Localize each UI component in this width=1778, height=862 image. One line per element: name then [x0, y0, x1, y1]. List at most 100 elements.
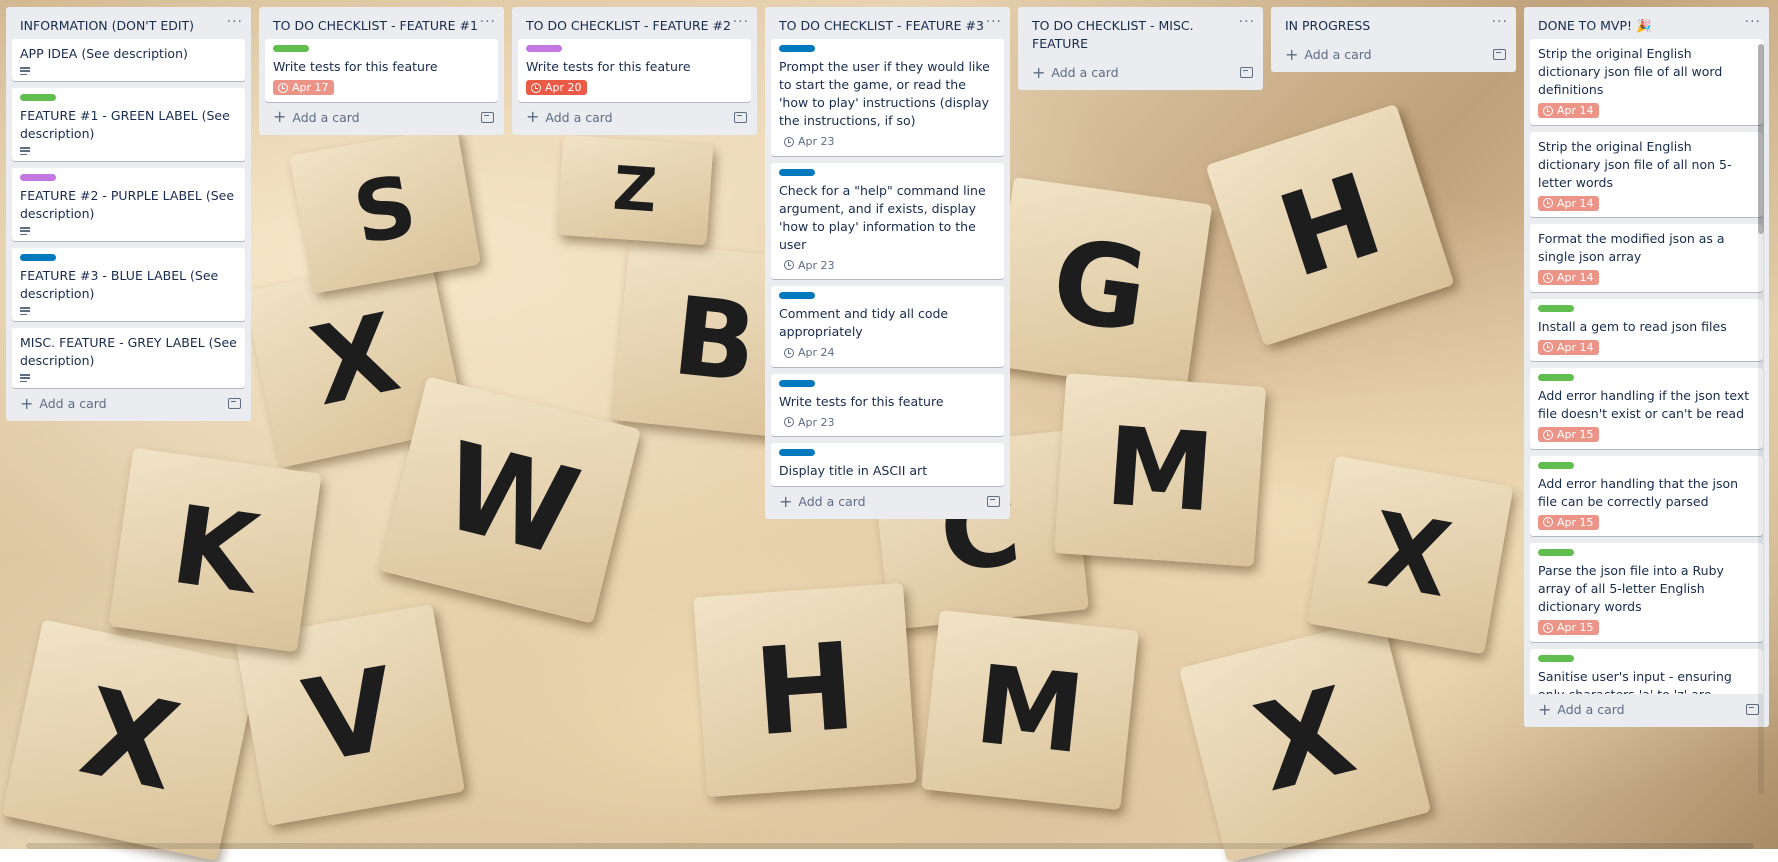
- card[interactable]: Write tests for this feature Apr 23: [771, 373, 1004, 436]
- due-date-badge[interactable]: Apr 17: [273, 80, 334, 95]
- card[interactable]: Comment and tidy all code appropriately A…: [771, 286, 1004, 367]
- list-header[interactable]: IN PROGRESS ···: [1271, 7, 1516, 39]
- due-date-text: Apr 15: [1557, 428, 1594, 441]
- card[interactable]: Format the modified json as a single jso…: [1530, 224, 1763, 292]
- list-title[interactable]: TO DO CHECKLIST - FEATURE #1: [273, 17, 478, 35]
- ellipsis-icon[interactable]: ···: [986, 14, 1002, 30]
- card[interactable]: Write tests for this feature Apr 17: [265, 39, 498, 102]
- green-label[interactable]: [1538, 654, 1574, 662]
- list-header[interactable]: TO DO CHECKLIST - FEATURE #2 ···: [512, 7, 757, 39]
- due-date-text: Apr 15: [1557, 621, 1594, 634]
- list-title[interactable]: TO DO CHECKLIST - FEATURE #3: [779, 17, 984, 35]
- purple-label[interactable]: [526, 45, 562, 52]
- add-card-button[interactable]: + Add a card: [1538, 701, 1625, 717]
- card[interactable]: Check for a "help" command line argument…: [771, 162, 1004, 279]
- due-date-text: Apr 20: [545, 81, 582, 94]
- done-list-scrollbar-thumb[interactable]: [1758, 44, 1764, 234]
- ellipsis-icon[interactable]: ···: [480, 14, 496, 30]
- list-title[interactable]: INFORMATION (DON'T EDIT): [20, 17, 194, 35]
- green-label[interactable]: [1538, 304, 1574, 312]
- card-title: APP IDEA (See description): [20, 46, 188, 61]
- ellipsis-icon[interactable]: ···: [227, 14, 243, 30]
- ellipsis-icon[interactable]: ···: [1239, 14, 1255, 30]
- card[interactable]: Strip the original English dictionary js…: [1530, 131, 1763, 217]
- card[interactable]: FEATURE #1 - GREEN LABEL (See descriptio…: [12, 88, 245, 161]
- blue-label[interactable]: [779, 45, 815, 52]
- card-template-icon[interactable]: [1493, 49, 1506, 60]
- due-date-badge[interactable]: Apr 15: [1538, 620, 1599, 635]
- ellipsis-icon[interactable]: ···: [1492, 14, 1508, 30]
- blue-label[interactable]: [779, 292, 815, 299]
- green-label[interactable]: [1538, 549, 1574, 556]
- card-title: Strip the original English dictionary js…: [1538, 138, 1732, 190]
- list-title[interactable]: DONE TO MVP! 🎉: [1538, 17, 1652, 35]
- list-title[interactable]: TO DO CHECKLIST - FEATURE #2: [526, 17, 731, 35]
- description-icon: [20, 227, 30, 235]
- ellipsis-icon[interactable]: ···: [1745, 14, 1761, 30]
- list-header[interactable]: DONE TO MVP! 🎉 ···: [1524, 7, 1769, 39]
- add-card-button[interactable]: + Add a card: [526, 107, 613, 126]
- purple-label[interactable]: [20, 174, 56, 181]
- add-card-button[interactable]: + Add a card: [779, 493, 866, 509]
- card[interactable]: MISC. FEATURE - GREY LABEL (See descript…: [12, 328, 245, 388]
- green-label[interactable]: [1538, 374, 1574, 381]
- add-card-button[interactable]: + Add a card: [273, 109, 360, 125]
- card[interactable]: Add error handling that the json file ca…: [1530, 455, 1763, 536]
- list-header[interactable]: TO DO CHECKLIST - MISC. FEATURE ···: [1018, 7, 1263, 57]
- card-template-icon[interactable]: [734, 111, 747, 123]
- plus-icon: +: [526, 107, 540, 126]
- due-date-badge[interactable]: Apr 14: [1538, 195, 1599, 211]
- list-header[interactable]: TO DO CHECKLIST - FEATURE #3 ···: [765, 7, 1010, 39]
- list: TO DO CHECKLIST - FEATURE #2 ··· Write tes…: [512, 7, 757, 135]
- board-horizontal-scrollbar[interactable]: [26, 843, 1754, 849]
- due-date-badge[interactable]: Apr 15: [1538, 427, 1599, 442]
- add-card-button[interactable]: + Add a card: [20, 395, 107, 411]
- due-date-badge[interactable]: Apr 15: [1538, 514, 1599, 530]
- card[interactable]: Parse the json file into a Ruby array of…: [1530, 543, 1763, 642]
- blue-label[interactable]: [779, 449, 815, 456]
- card-template-icon[interactable]: [228, 398, 241, 409]
- due-date-text: Apr 23: [798, 258, 835, 272]
- card[interactable]: Write tests for this feature Apr 20: [518, 39, 751, 102]
- card[interactable]: Sanitise user's input - ensuring only ch…: [1530, 648, 1763, 694]
- due-date-badge[interactable]: Apr 14: [1538, 270, 1599, 285]
- due-date-badge[interactable]: Apr 23: [779, 415, 840, 430]
- card[interactable]: FEATURE #2 - PURPLE LABEL (See descripti…: [12, 168, 245, 241]
- card[interactable]: Display title in ASCII art: [771, 443, 1004, 486]
- due-date-badge[interactable]: Apr 14: [1538, 103, 1599, 118]
- card[interactable]: Prompt the user if they would like to st…: [771, 39, 1004, 156]
- list-title[interactable]: IN PROGRESS: [1285, 17, 1370, 35]
- card[interactable]: FEATURE #3 - BLUE LABEL (See description…: [12, 248, 245, 321]
- card-title: Prompt the user if they would like to st…: [779, 59, 990, 128]
- card-title: FEATURE #1 - GREEN LABEL (See descriptio…: [20, 108, 230, 141]
- ellipsis-icon[interactable]: ···: [733, 14, 749, 30]
- card[interactable]: Add error handling if the json text file…: [1530, 368, 1763, 449]
- due-date-badge[interactable]: Apr 20: [526, 80, 587, 95]
- card[interactable]: Strip the original English dictionary js…: [1530, 39, 1763, 125]
- due-date-badge[interactable]: Apr 23: [779, 258, 840, 273]
- card-template-icon[interactable]: [987, 496, 1000, 507]
- card-template-icon[interactable]: [1240, 67, 1253, 78]
- due-date-badge[interactable]: Apr 14: [1538, 339, 1599, 355]
- blue-label[interactable]: [779, 379, 815, 387]
- due-date-badge[interactable]: Apr 23: [779, 134, 840, 149]
- list-header[interactable]: TO DO CHECKLIST - FEATURE #1 ···: [259, 7, 504, 39]
- due-date-text: Apr 23: [798, 135, 835, 148]
- card-title: Display title in ASCII art: [779, 463, 928, 478]
- add-card-button[interactable]: + Add a card: [1032, 64, 1119, 80]
- list-header[interactable]: INFORMATION (DON'T EDIT) ···: [6, 7, 251, 39]
- green-label[interactable]: [1538, 461, 1574, 469]
- due-date-badge[interactable]: Apr 24: [779, 345, 840, 360]
- green-label[interactable]: [20, 94, 56, 101]
- due-date-text: Apr 14: [1557, 104, 1594, 117]
- list: DONE TO MVP! 🎉 ··· Strip the original Engl…: [1524, 7, 1769, 727]
- blue-label[interactable]: [20, 254, 56, 261]
- card-template-icon[interactable]: [481, 111, 494, 123]
- card-list: Write tests for this feature Apr 20: [512, 39, 757, 102]
- green-label[interactable]: [273, 45, 309, 52]
- add-card-button[interactable]: + Add a card: [1285, 46, 1372, 62]
- blue-label[interactable]: [779, 168, 815, 176]
- card[interactable]: APP IDEA (See description): [12, 39, 245, 81]
- card[interactable]: Install a gem to read json files Apr 14: [1530, 298, 1763, 361]
- list-title[interactable]: TO DO CHECKLIST - MISC. FEATURE: [1032, 17, 1239, 53]
